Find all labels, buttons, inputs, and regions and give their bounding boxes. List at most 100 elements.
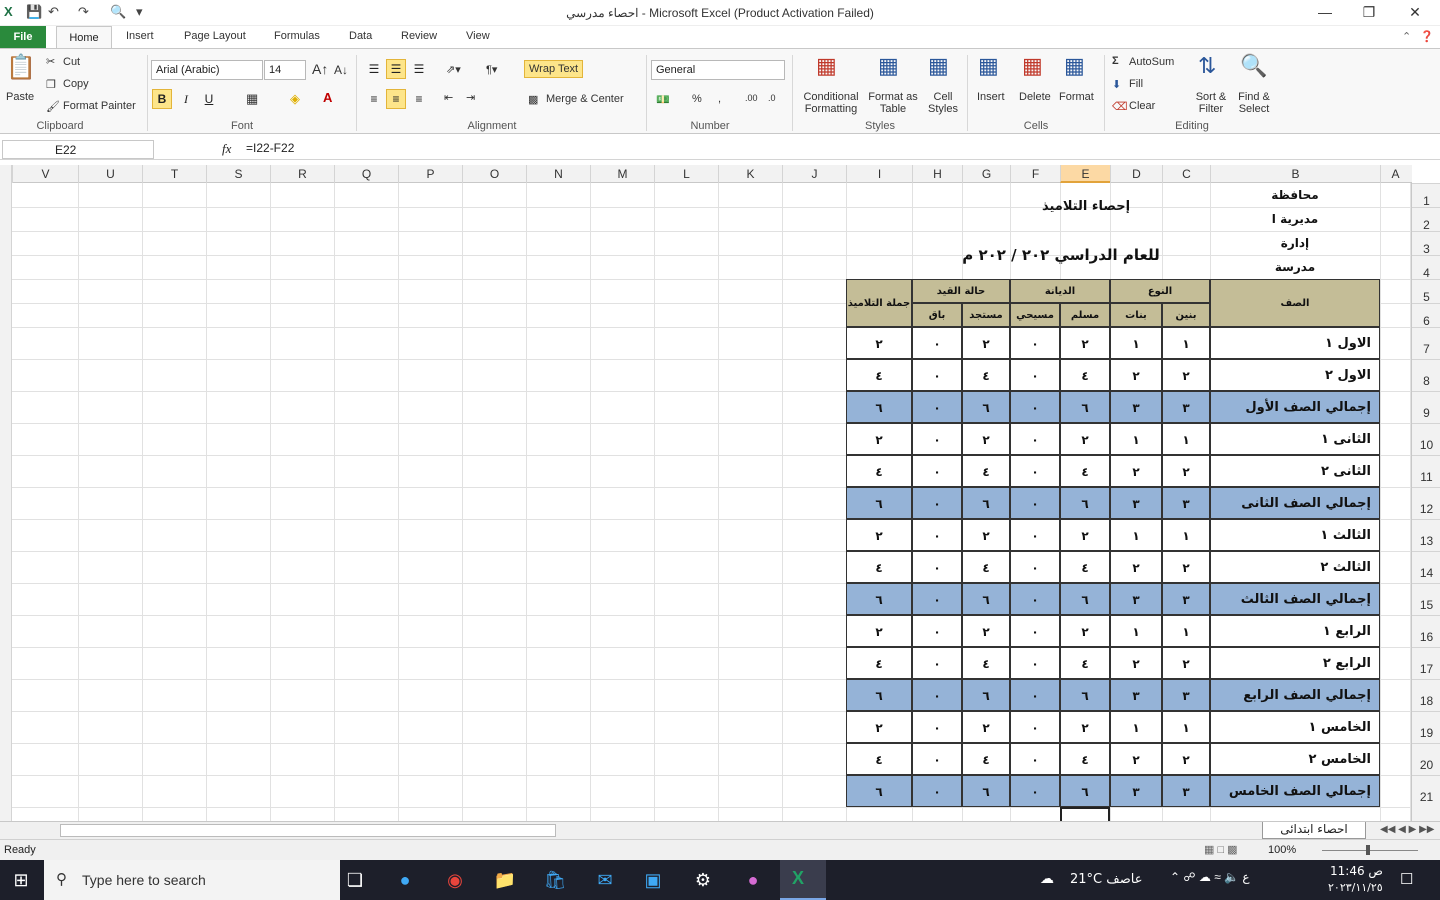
- clock-time[interactable]: 11:46 ص: [1330, 864, 1383, 878]
- help-icon[interactable]: ❓: [1420, 30, 1434, 43]
- table-cell[interactable]: ٠: [912, 359, 962, 391]
- increase-indent-icon[interactable]: ⇥: [466, 91, 475, 104]
- wrap-text-button[interactable]: Wrap Text: [524, 60, 584, 78]
- table-cell[interactable]: ٦: [962, 391, 1010, 423]
- table-cell[interactable]: ٢: [962, 327, 1010, 359]
- table-row-label[interactable]: الرابع ٢: [1210, 647, 1380, 679]
- table-cell[interactable]: ٤: [1060, 743, 1110, 775]
- cut-button[interactable]: Cut: [63, 56, 80, 68]
- column-header-c[interactable]: C: [1162, 165, 1210, 183]
- tab-formulas[interactable]: Formulas: [274, 30, 320, 42]
- sheet-year[interactable]: للعام الدراسي ٢٠٢ / ٢٠٢ م: [912, 231, 1210, 279]
- table-cell[interactable]: ١: [1162, 327, 1210, 359]
- insert-cells-button[interactable]: Insert: [977, 91, 1005, 103]
- table-cell[interactable]: ٤: [1060, 359, 1110, 391]
- table-cell[interactable]: ٤: [962, 647, 1010, 679]
- column-header-p[interactable]: P: [398, 165, 462, 183]
- formula-input[interactable]: =I22-F22: [246, 141, 294, 155]
- column-header-j[interactable]: J: [782, 165, 846, 183]
- table-cell[interactable]: ٦: [962, 679, 1010, 711]
- table-cell[interactable]: ٠: [912, 423, 962, 455]
- borders-icon[interactable]: ▦: [246, 91, 258, 107]
- column-header-n[interactable]: N: [526, 165, 590, 183]
- selected-cell-e22[interactable]: [1060, 807, 1110, 821]
- cut-icon[interactable]: ✂: [46, 55, 55, 68]
- table-cell[interactable]: ٤: [962, 551, 1010, 583]
- fill-button[interactable]: Fill: [1129, 78, 1143, 90]
- column-header-f[interactable]: F: [1010, 165, 1060, 183]
- table-cell[interactable]: ١: [1110, 615, 1162, 647]
- align-middle-icon[interactable]: ☰: [386, 59, 406, 79]
- column-header-l[interactable]: L: [654, 165, 718, 183]
- tab-view[interactable]: View: [466, 30, 490, 42]
- copy-icon[interactable]: ❐: [46, 78, 56, 91]
- table-cell[interactable]: ٢: [962, 423, 1010, 455]
- table-cell[interactable]: ١: [1110, 327, 1162, 359]
- accounting-format-icon[interactable]: 💵: [656, 93, 670, 106]
- close-icon[interactable]: ✕: [1400, 4, 1430, 22]
- table-cell[interactable]: ٠: [1010, 327, 1060, 359]
- row-header-3[interactable]: 3: [1412, 231, 1440, 256]
- column-header-r[interactable]: R: [270, 165, 334, 183]
- cell-styles-icon[interactable]: ▦: [928, 53, 949, 79]
- weather-icon[interactable]: ☁: [1040, 870, 1054, 887]
- table-cell[interactable]: ٠: [1010, 743, 1060, 775]
- align-left-icon[interactable]: ≡: [364, 89, 384, 109]
- table-cell[interactable]: ٦: [1060, 583, 1110, 615]
- table-cell[interactable]: ٠: [1010, 551, 1060, 583]
- table-cell[interactable]: ٠: [1010, 487, 1060, 519]
- header-christian[interactable]: مسيحي: [1010, 303, 1060, 327]
- table-row-label[interactable]: الخامس ١: [1210, 711, 1380, 743]
- copy-button[interactable]: Copy: [63, 78, 89, 90]
- column-header-q[interactable]: Q: [334, 165, 398, 183]
- zoom-thumb[interactable]: [1366, 845, 1370, 855]
- table-cell[interactable]: ٢: [1110, 455, 1162, 487]
- table-cell[interactable]: ٦: [1060, 487, 1110, 519]
- shrink-font-icon[interactable]: A↓: [334, 63, 348, 77]
- underline-button[interactable]: U: [199, 89, 219, 109]
- table-cell[interactable]: ٦: [846, 391, 912, 423]
- table-cell[interactable]: ٠: [912, 679, 962, 711]
- table-cell[interactable]: ٢: [1162, 743, 1210, 775]
- cell-b1[interactable]: محافظة: [1210, 183, 1380, 207]
- table-cell[interactable]: ١: [1162, 519, 1210, 551]
- tab-review[interactable]: Review: [401, 30, 437, 42]
- edge-icon[interactable]: ●: [392, 868, 418, 892]
- zoom-slider[interactable]: [1322, 850, 1418, 851]
- restore-icon[interactable]: ❐: [1354, 4, 1384, 22]
- table-cell[interactable]: ٢: [1060, 519, 1110, 551]
- table-cell[interactable]: ٢: [1110, 743, 1162, 775]
- bold-button[interactable]: B: [152, 89, 172, 109]
- table-cell[interactable]: ٤: [846, 455, 912, 487]
- table-cell[interactable]: ٢: [846, 423, 912, 455]
- format-as-table-button[interactable]: Format as Table: [866, 91, 920, 115]
- comma-icon[interactable]: ,: [718, 93, 721, 105]
- table-cell[interactable]: ١: [1162, 423, 1210, 455]
- paste-button[interactable]: Paste: [6, 91, 34, 103]
- mail-icon[interactable]: ✉: [592, 868, 618, 892]
- table-cell[interactable]: ١: [1110, 519, 1162, 551]
- row-header-20[interactable]: 20: [1412, 743, 1440, 775]
- app-icon[interactable]: ▣: [640, 868, 666, 892]
- find-select-icon[interactable]: 🔍: [1240, 53, 1267, 79]
- excel-taskbar-button[interactable]: X: [780, 860, 826, 900]
- row-header-21[interactable]: 21: [1412, 775, 1440, 807]
- row-header-19[interactable]: 19: [1412, 711, 1440, 743]
- tab-data[interactable]: Data: [349, 30, 372, 42]
- table-cell[interactable]: ٣: [1110, 391, 1162, 423]
- table-cell[interactable]: ٦: [962, 487, 1010, 519]
- row-header-18[interactable]: 18: [1412, 679, 1440, 711]
- table-cell[interactable]: ٣: [1162, 487, 1210, 519]
- row-header-10[interactable]: 10: [1412, 423, 1440, 455]
- sort-filter-button[interactable]: Sort & Filter: [1192, 91, 1230, 115]
- table-row-label[interactable]: إجمالي الصف الرابع: [1210, 679, 1380, 711]
- table-row-label[interactable]: إجمالي الصف الخامس: [1210, 775, 1380, 807]
- column-header-b[interactable]: B: [1210, 165, 1380, 183]
- header-status[interactable]: حالة القيد: [912, 279, 1010, 303]
- table-cell[interactable]: ١: [1162, 711, 1210, 743]
- format-painter-button[interactable]: Format Painter: [63, 100, 136, 112]
- fill-color-icon[interactable]: ◈: [290, 91, 300, 107]
- minimize-icon[interactable]: —: [1310, 4, 1340, 22]
- table-cell[interactable]: ١: [1110, 423, 1162, 455]
- table-cell[interactable]: ٠: [912, 615, 962, 647]
